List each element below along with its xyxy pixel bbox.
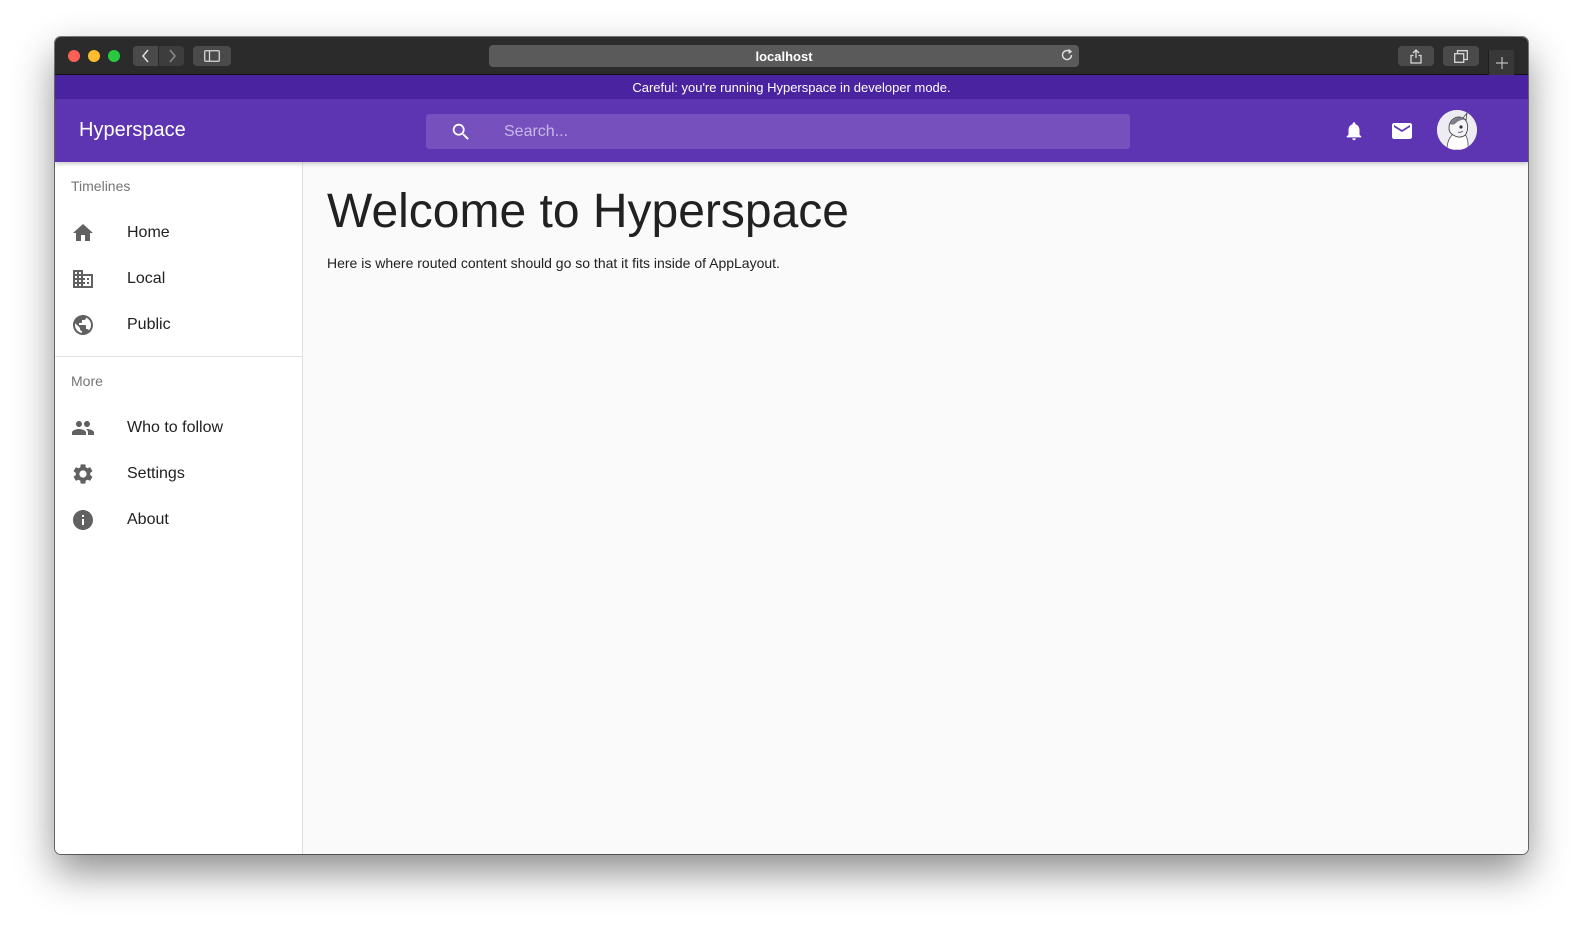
sidebar-item-label: Home [127,224,170,241]
browser-window: localhost Careful: you're running Hypers… [55,37,1528,854]
sidebar-item-who-to-follow[interactable]: Who to follow [55,405,302,451]
messages-button[interactable] [1390,119,1414,143]
app-bar: Hyperspace [55,99,1528,162]
more-subheader: More [71,373,103,389]
browser-toolbar: localhost [55,37,1528,75]
plus-icon [1495,56,1508,69]
sidebar-item-label: Local [127,270,166,287]
gear-icon [71,462,95,486]
new-tab-button[interactable] [1488,50,1514,75]
sidebar-item-local[interactable]: Local [55,256,302,302]
reload-icon[interactable] [1060,48,1074,65]
page-title: Welcome to Hyperspace [327,185,849,238]
chevron-right-icon [168,49,176,63]
zoom-window-button[interactable] [108,50,120,62]
dev-mode-banner: Careful: you're running Hyperspace in de… [55,75,1528,99]
app-title[interactable]: Hyperspace [79,119,186,142]
building-icon [71,267,95,291]
sidebar-item-home[interactable]: Home [55,210,302,256]
notifications-button[interactable] [1342,119,1366,143]
sidebar-icon [204,50,220,62]
bell-icon [1346,122,1362,141]
page-body-text: Here is where routed content should go s… [327,255,780,271]
globe-icon [71,313,95,337]
url-text: localhost [755,48,813,64]
share-icon [1410,48,1422,64]
sidebar-item-label: Public [127,316,171,333]
sidebar-item-label: Who to follow [127,419,224,436]
avatar[interactable] [1437,110,1477,150]
address-bar[interactable]: localhost [489,45,1079,67]
search-box [426,114,1130,149]
sidebar-item-label: About [127,511,169,528]
sidebar-item-about[interactable]: About [55,497,302,543]
navigation-drawer: Timelines Home Local Public More Who to … [55,162,303,854]
search-input[interactable] [504,114,1104,149]
user-avatar-image [1437,110,1477,150]
mail-icon [1392,123,1412,139]
people-icon [71,416,95,440]
chevron-left-icon [141,49,149,63]
main-content: Welcome to Hyperspace Here is where rout… [303,162,1528,854]
show-sidebar-button[interactable] [193,46,231,66]
close-window-button[interactable] [68,50,80,62]
home-icon [71,221,95,245]
back-button[interactable] [133,46,158,66]
minimize-window-button[interactable] [88,50,100,62]
sidebar-item-settings[interactable]: Settings [55,451,302,497]
sidebar-item-label: Settings [127,465,185,482]
forward-button[interactable] [159,46,184,66]
timelines-subheader: Timelines [71,178,131,194]
tab-overview-button[interactable] [1443,46,1479,66]
info-icon [71,508,95,532]
tabs-icon [1454,49,1468,63]
search-icon [450,121,472,148]
sidebar-item-public[interactable]: Public [55,302,302,348]
share-button[interactable] [1398,46,1434,66]
